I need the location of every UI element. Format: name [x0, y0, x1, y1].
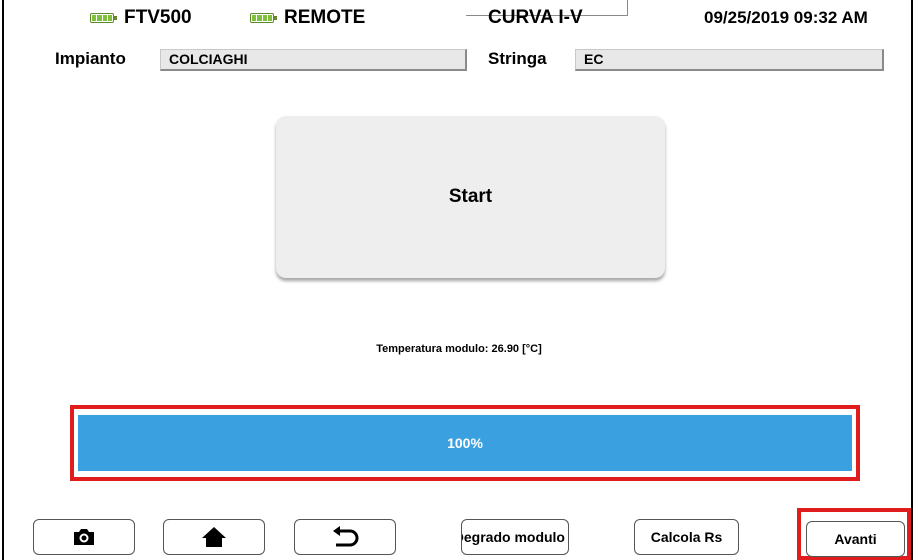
- stringa-label: Stringa: [488, 49, 547, 68]
- degrado-modulo-label: Degrado modulo: [461, 529, 565, 545]
- impianto-label: Impianto: [55, 49, 126, 68]
- camera-button[interactable]: [33, 519, 135, 555]
- start-button[interactable]: Start: [276, 116, 665, 278]
- home-icon: [202, 527, 226, 547]
- battery-icon: [250, 13, 277, 23]
- back-button[interactable]: [294, 519, 396, 555]
- camera-icon: [74, 529, 94, 545]
- datetime: 09/25/2019 09:32 AM: [704, 8, 868, 27]
- progress-bar: 100%: [78, 415, 852, 471]
- temperature-readout: Temperatura modulo: 26.90 [°C]: [376, 343, 542, 355]
- back-arrow-icon: [333, 526, 359, 547]
- remote-status: REMOTE: [250, 4, 365, 32]
- calcola-rs-label: Calcola Rs: [650, 529, 723, 545]
- device-name: FTV500: [124, 7, 192, 28]
- stringa-field[interactable]: EC: [575, 49, 884, 71]
- battery-icon: [90, 13, 117, 23]
- impianto-field[interactable]: COLCIAGHI: [160, 49, 467, 71]
- progress-label: 100%: [447, 435, 483, 451]
- calcola-rs-button[interactable]: Calcola Rs: [634, 519, 739, 555]
- remote-name: REMOTE: [284, 7, 366, 28]
- progress-highlight: 100%: [70, 405, 860, 481]
- degrado-modulo-button[interactable]: Degrado modulo: [461, 519, 569, 555]
- function-title: CURVA I-V: [488, 7, 583, 28]
- home-button[interactable]: [163, 519, 265, 555]
- device-status: FTV500: [90, 4, 192, 32]
- avanti-label: Avanti: [834, 531, 877, 547]
- avanti-button[interactable]: Avanti: [806, 521, 905, 557]
